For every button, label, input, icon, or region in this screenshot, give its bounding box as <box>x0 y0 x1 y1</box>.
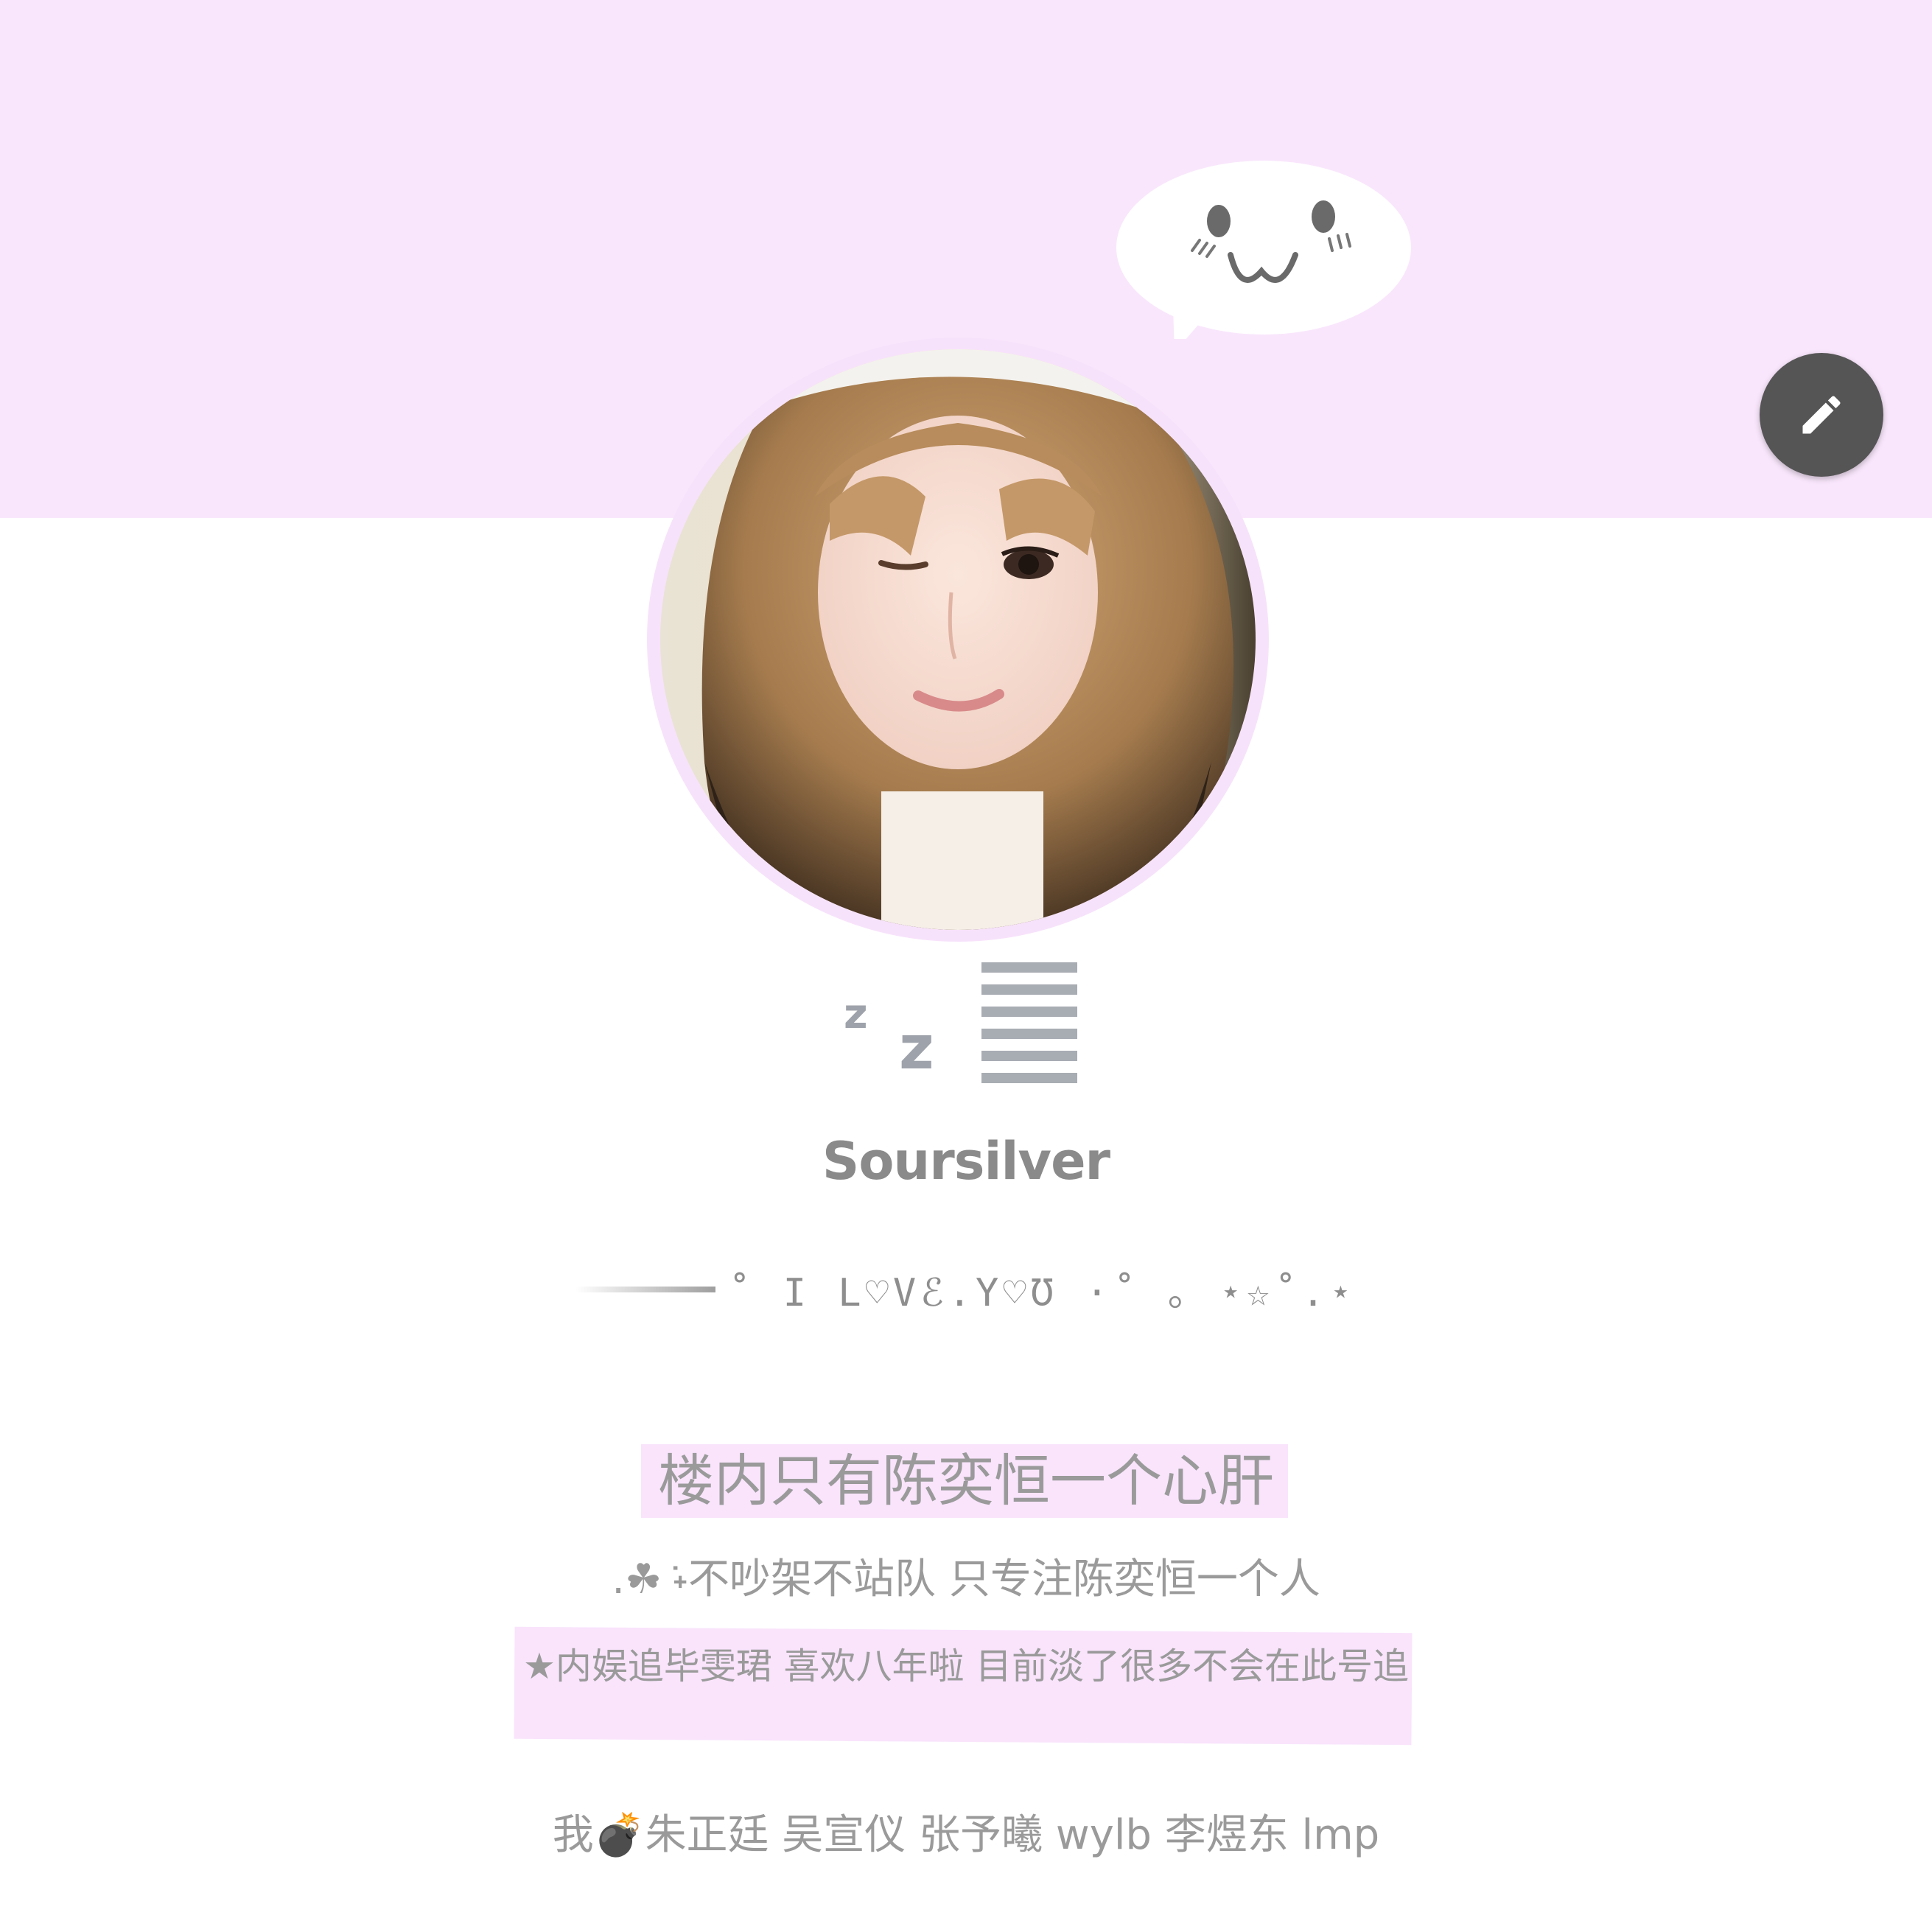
edit-profile-button[interactable] <box>1760 353 1883 477</box>
tagline-row: ˚ I L♡Vℰ.Y♡Ʊ ·˚ ｡ ⋆☆˚.⋆ <box>0 1261 1932 1315</box>
username: Soursilver <box>822 1131 1110 1191</box>
svg-text:z: z <box>844 990 868 1038</box>
bio-line-3: ★内娱追毕雯珺 喜欢八年啦 目前淡了很多不会在此号追 <box>522 1645 1410 1687</box>
avatar[interactable] <box>660 349 1256 930</box>
svg-text:z: z <box>899 1013 934 1083</box>
bio-line-2: .☘︎ ݁˖不吵架不站队 只专注陈奕恒一个人 <box>612 1555 1320 1603</box>
tagline: ˚ I L♡Vℰ.Y♡Ʊ ·˚ ｡ ⋆☆˚.⋆ <box>728 1271 1357 1315</box>
bio-line-4: 我💣朱正廷 吴宣仪 张予曦 wylb 李煜东 lmp <box>552 1811 1380 1859</box>
zzz-sleep-icon: z z <box>840 958 1091 1098</box>
bio-line-1: 楼内只有陈奕恒一个心肝 <box>658 1448 1274 1513</box>
tagline-divider <box>575 1286 715 1292</box>
speech-bubble-face-icon <box>1114 161 1413 352</box>
pencil-icon <box>1802 396 1841 434</box>
